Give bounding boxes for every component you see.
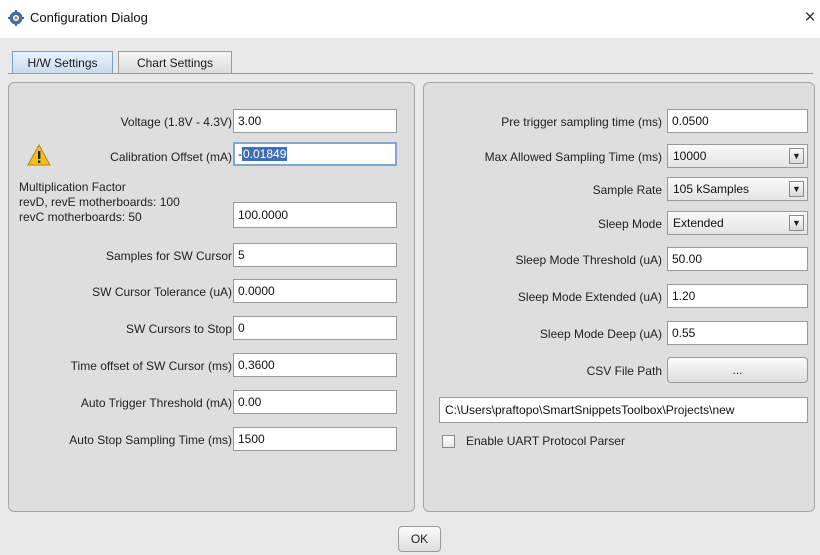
max-sampling-value: 10000 bbox=[673, 149, 707, 163]
voltage-label: Voltage (1.8V - 4.3V) bbox=[120, 115, 232, 129]
sw-cursor-tolerance-field[interactable]: 0.0000 bbox=[233, 279, 397, 303]
uart-parser-checkbox[interactable] bbox=[442, 435, 455, 448]
sw-cursor-tolerance-label: SW Cursor Tolerance (uA) bbox=[92, 285, 232, 299]
multiplication-factor-field[interactable]: 100.0000 bbox=[233, 202, 397, 228]
sleep-deep-field[interactable]: 0.55 bbox=[667, 321, 808, 345]
sleep-mode-label: Sleep Mode bbox=[597, 217, 662, 231]
samples-sw-cursor-label: Samples for SW Cursor bbox=[105, 249, 232, 263]
tab-hw-settings[interactable]: H/W Settings bbox=[12, 51, 113, 73]
csv-path-field[interactable]: C:\Users\praftopo\SmartSnippetsToolbox\P… bbox=[439, 397, 808, 423]
csv-file-path-label: CSV File Path bbox=[586, 364, 662, 378]
auto-stop-label: Auto Stop Sampling Time (ms) bbox=[69, 433, 232, 447]
sleep-mode-select[interactable]: Extended ▼ bbox=[667, 211, 808, 235]
dropdown-arrow-icon: ▼ bbox=[789, 215, 804, 231]
calibration-value-selected: 0.01849 bbox=[242, 147, 288, 161]
multiplication-note-revde: revD, revE motherboards: 100 bbox=[19, 195, 180, 209]
sw-cursors-to-stop-label: SW Cursors to Stop bbox=[125, 322, 232, 336]
dropdown-arrow-icon: ▼ bbox=[789, 148, 804, 164]
multiplication-factor-title: Multiplication Factor bbox=[19, 180, 126, 194]
dropdown-arrow-icon: ▼ bbox=[789, 181, 804, 197]
ok-button[interactable]: OK bbox=[398, 526, 441, 552]
sleep-extended-label: Sleep Mode Extended (uA) bbox=[517, 290, 662, 304]
voltage-field[interactable]: 3.00 bbox=[233, 109, 397, 133]
uart-parser-label: Enable UART Protocol Parser bbox=[466, 434, 625, 448]
sleep-threshold-field[interactable]: 50.00 bbox=[667, 247, 808, 271]
time-offset-label: Time offset of SW Cursor (ms) bbox=[70, 359, 232, 373]
time-offset-field[interactable]: 0.3600 bbox=[233, 353, 397, 377]
tab-chart-settings[interactable]: Chart Settings bbox=[118, 51, 232, 73]
calibration-offset-field[interactable]: -0.01849 bbox=[233, 142, 397, 166]
right-settings-panel: Pre trigger sampling time (ms) 0.0500 Ma… bbox=[423, 82, 815, 512]
sleep-extended-field[interactable]: 1.20 bbox=[667, 284, 808, 308]
calibration-offset-label: Calibration Offset (mA) bbox=[110, 150, 232, 164]
warning-icon bbox=[27, 144, 51, 166]
sw-cursors-to-stop-field[interactable]: 0 bbox=[233, 316, 397, 340]
close-button[interactable]: × bbox=[800, 6, 820, 30]
multiplication-note-revc: revC motherboards: 50 bbox=[19, 210, 142, 224]
gear-icon bbox=[8, 10, 24, 26]
pre-trigger-field[interactable]: 0.0500 bbox=[667, 109, 808, 133]
sleep-mode-value: Extended bbox=[673, 216, 724, 230]
max-sampling-select[interactable]: 10000 ▼ bbox=[667, 144, 808, 168]
max-sampling-label: Max Allowed Sampling Time (ms) bbox=[484, 150, 662, 164]
window-title: Configuration Dialog bbox=[30, 10, 148, 25]
sleep-deep-label: Sleep Mode Deep (uA) bbox=[539, 327, 662, 341]
auto-trigger-field[interactable]: 0.00 bbox=[233, 390, 397, 414]
auto-stop-field[interactable]: 1500 bbox=[233, 427, 397, 451]
sample-rate-label: Sample Rate bbox=[592, 183, 662, 197]
browse-csv-button[interactable]: ... bbox=[667, 357, 808, 383]
sample-rate-value: 105 kSamples bbox=[673, 182, 750, 196]
samples-sw-cursor-field[interactable]: 5 bbox=[233, 243, 397, 267]
tab-strip: H/W Settings Chart Settings bbox=[8, 47, 813, 74]
sample-rate-select[interactable]: 105 kSamples ▼ bbox=[667, 177, 808, 201]
auto-trigger-label: Auto Trigger Threshold (mA) bbox=[80, 396, 232, 410]
sleep-threshold-label: Sleep Mode Threshold (uA) bbox=[515, 253, 662, 267]
left-settings-panel: Voltage (1.8V - 4.3V) 3.00 Calibration O… bbox=[8, 82, 415, 512]
pre-trigger-label: Pre trigger sampling time (ms) bbox=[501, 115, 662, 129]
